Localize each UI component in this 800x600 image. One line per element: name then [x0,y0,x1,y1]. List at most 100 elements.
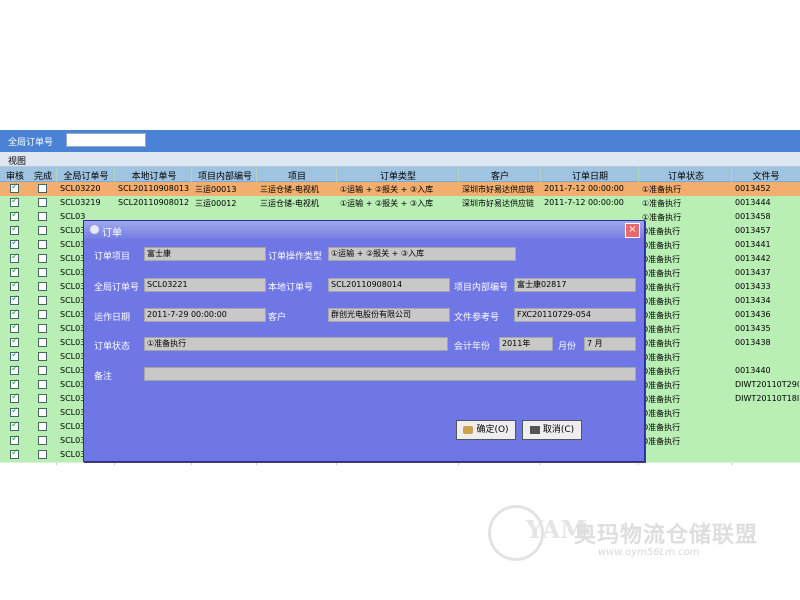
audit-checkbox[interactable] [10,196,19,207]
audit-checkbox[interactable] [10,252,19,263]
audit-checkbox[interactable] [10,448,19,459]
cancel-button-label: 取消(C) [542,425,575,435]
order-status-label: 订单状态 [94,342,131,352]
file-ref-field[interactable]: FXC20110729-054 [514,308,636,322]
done-checkbox[interactable] [38,310,47,319]
column-header[interactable]: 项目 [258,169,336,182]
column-header[interactable]: 客户 [460,169,540,182]
cell-status: D准备执行 [642,437,681,446]
column-header[interactable]: 订单类型 [338,169,458,182]
done-checkbox[interactable] [38,282,47,291]
cell-status: D准备执行 [642,353,681,362]
cell-project: 三运仓储-电视机 [260,199,319,208]
done-checkbox[interactable] [38,366,47,375]
done-checkbox[interactable] [38,268,47,277]
audit-checkbox[interactable] [10,266,19,277]
fiscal-year-label: 会计年份 [454,342,491,352]
cell-status: D准备执行 [642,339,681,348]
audit-checkbox[interactable] [10,210,19,221]
cell-file: DIWT20110T18I- [735,394,799,403]
menu-view[interactable]: 视图 [8,154,26,167]
dialog-titlebar[interactable]: 订单 × [84,221,644,239]
watermark-logo: YAM 奥玛物流仓储联盟 www.oym56Lm.com [488,503,794,563]
done-checkbox[interactable] [38,408,47,417]
cell-customer: 深圳市好易达供应链 [462,199,534,208]
done-checkbox[interactable] [38,352,47,361]
audit-checkbox[interactable] [10,238,19,249]
menu-bar: 视图 [0,152,800,167]
cell-type: ①运输 + ②报关 + ③入库 [340,199,434,208]
cell-local: SCL20110908012 [118,198,190,207]
audit-checkbox[interactable] [10,378,19,389]
fiscal-year-field[interactable]: 2011年 [499,337,553,351]
cell-status: D准备执行 [642,311,681,320]
audit-checkbox[interactable] [10,182,19,193]
cell-file: 0013437 [735,268,771,277]
done-checkbox[interactable] [38,296,47,305]
month-field[interactable]: 7 月 [584,337,636,351]
done-checkbox[interactable] [38,436,47,445]
column-header[interactable]: 订单日期 [542,169,638,182]
audit-checkbox[interactable] [10,224,19,235]
done-checkbox[interactable] [38,422,47,431]
ok-button[interactable]: 确定(O) [456,420,516,440]
project-internal-no-field[interactable]: 富士康02817 [514,278,636,292]
done-checkbox[interactable] [38,324,47,333]
order-project-field[interactable]: 富士康 [144,247,266,261]
column-header[interactable]: 全局订单号 [58,169,114,182]
table-row[interactable]: SCL03219 SCL20110908012 三运00012 三运仓储-电视机 ①运输… [0,196,800,211]
done-checkbox[interactable] [38,184,47,193]
column-header[interactable]: 项目内部编号 [193,169,257,182]
done-checkbox[interactable] [38,394,47,403]
column-header[interactable]: 订单状态 [640,169,732,182]
column-header[interactable]: 文件号 [733,169,799,182]
column-header[interactable]: 完成 [30,169,56,182]
done-checkbox[interactable] [38,338,47,347]
audit-checkbox[interactable] [10,392,19,403]
column-header[interactable]: 审核 [2,169,28,182]
cell-file: 0013433 [735,282,771,291]
done-checkbox[interactable] [38,380,47,389]
cancel-button[interactable]: 取消(C) [522,420,582,440]
customer-field[interactable]: 群创光电股份有限公司 [328,308,450,322]
grid-header: 审核 完成 全局订单号 本地订单号 项目内部编号 项目 订单类型 客户 订单日期 订单状态 文件号 [0,167,800,182]
audit-checkbox[interactable] [10,322,19,333]
global-order-search-input[interactable] [66,133,146,147]
local-no-field[interactable]: SCL20110908014 [328,278,450,292]
op-type-label: 订单操作类型 [268,252,323,262]
done-checkbox[interactable] [38,450,47,459]
done-checkbox[interactable] [38,226,47,235]
audit-checkbox[interactable] [10,336,19,347]
cell-status: D准备执行 [642,297,681,306]
audit-checkbox[interactable] [10,280,19,291]
cell-local: SCL20110908013 [118,184,190,193]
done-checkbox[interactable] [38,198,47,207]
cell-date: 2011-7-12 00:00:00 [544,184,624,193]
op-type-field[interactable]: ①运输 + ②报关 + ③入库 [328,247,516,261]
order-status-field[interactable]: ①准备执行 [144,337,448,351]
audit-checkbox[interactable] [10,420,19,431]
column-header[interactable]: 本地订单号 [116,169,192,182]
audit-checkbox[interactable] [10,406,19,417]
done-checkbox[interactable] [38,212,47,221]
audit-checkbox[interactable] [10,350,19,361]
table-row[interactable]: SCL03220 SCL20110908013 三运00013 三运仓储-电视机 ①运输… [0,182,800,197]
global-no-field[interactable]: SCL03221 [144,278,266,292]
ship-date-field[interactable]: 2011-7-29 00:00:00 [144,308,266,322]
cell-type: ①运输 + ②报关 + ③入库 [340,185,434,194]
order-dialog: 订单 × 订单项目 富士康 订单操作类型 ①运输 + ②报关 + ③入库 全局订… [83,220,645,462]
cell-global: SCL03220 [60,184,101,193]
done-checkbox[interactable] [38,254,47,263]
audit-checkbox[interactable] [10,364,19,375]
cell-status: D准备执行 [642,409,681,418]
watermark-name: 奥玛物流仓储联盟 [574,523,759,548]
done-checkbox[interactable] [38,240,47,249]
audit-checkbox[interactable] [10,308,19,319]
cell-proj_no: 三运00012 [195,199,237,208]
remark-field[interactable] [144,367,636,381]
close-icon[interactable]: × [625,223,640,238]
audit-checkbox[interactable] [10,434,19,445]
audit-checkbox[interactable] [10,294,19,305]
cell-status: D准备执行 [642,423,681,432]
cell-status: D准备执行 [642,395,681,404]
